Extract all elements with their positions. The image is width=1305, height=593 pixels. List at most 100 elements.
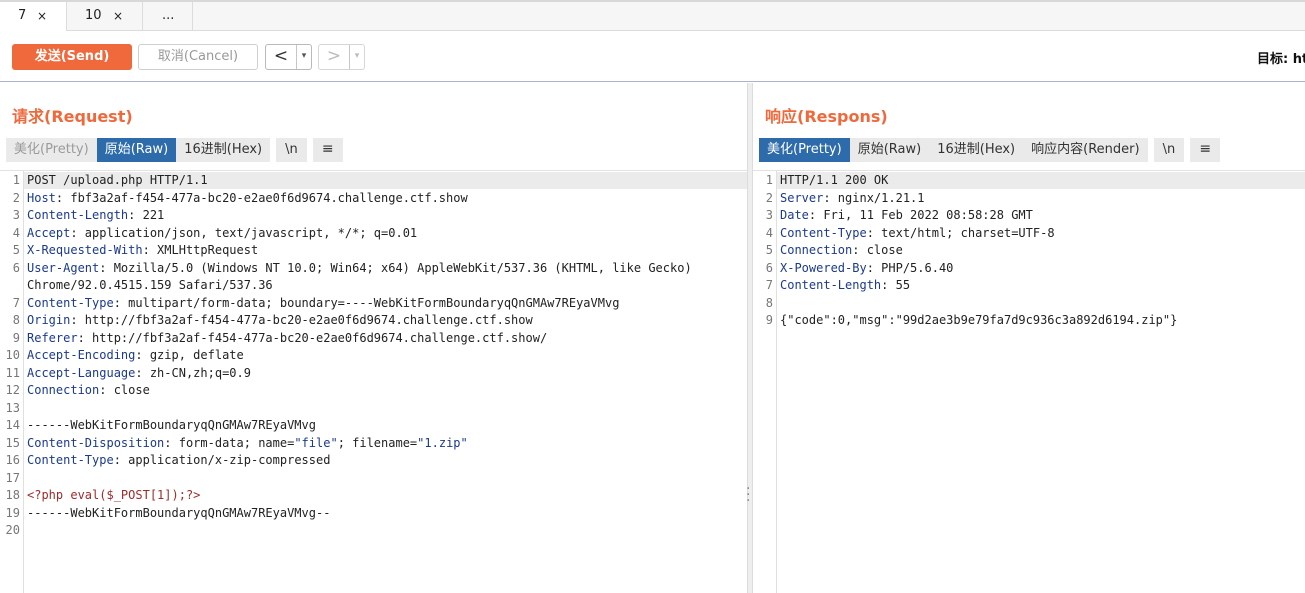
header-key: Server [780,190,824,205]
code-line: Content-Disposition: form-data; name="fi… [27,436,468,450]
tab-pretty[interactable]: 美化(Pretty) [6,138,97,162]
tab-label: 7 [18,8,27,23]
header-key: Host [27,190,56,205]
header-key: Content-Type [27,295,114,310]
line-number: 3 [765,208,773,222]
code-line: Content-Length: 55 [780,278,910,292]
header-key: Connection [27,383,100,397]
newline-toggle[interactable]: \n [276,138,307,162]
cancel-button[interactable]: 取消(Cancel) [138,44,258,70]
header-key: Date [780,208,809,222]
line-number: 12 [5,383,20,397]
header-key: Accept-Language [27,365,136,380]
tab-hex[interactable]: 16进制(Hex) [176,138,271,162]
request-view-tabs: 美化(Pretty) 原始(Raw) 16进制(Hex) \n ≡ [6,138,343,162]
line-number-gutter: 1 2 3 4 5 6 7 8 9 [753,171,777,593]
code-text: : http://fbf3a2af-f454-477a-bc20-e2ae0f6… [70,313,533,327]
chevron-down-icon[interactable]: ▾ [349,45,364,69]
tab-7[interactable]: 7 × [0,2,67,32]
response-editor[interactable]: 1 2 3 4 5 6 7 8 9 HTTP/1.1 200 OK Server: nginx/1… [753,170,1305,593]
code-line: Host: fbf3a2af-f454-477a-bc20-e2ae0f6d96… [27,191,468,205]
code-line: Connection: close [27,383,150,397]
line-number: 17 [5,470,20,485]
tab-10[interactable]: 10 × [67,2,143,31]
tab-new[interactable]: ... [143,2,193,31]
header-key: User-Agent [27,260,100,275]
code-line: HTTP/1.1 200 OK [780,173,888,187]
header-key: Content-Length [780,278,882,292]
code-line: Content-Type: multipart/form-data; bound… [27,296,619,310]
code-line: ------WebKitFormBoundaryqQnGMAw7REyaVMvg [27,418,316,432]
forward-nav-group: > ▾ [318,44,365,70]
header-key: Accept [27,225,71,240]
code-text: : application/json, text/javascript, */*… [70,225,418,240]
code-text: ------WebKitFormBoundaryqQnGMAw7REyaVMvg [27,418,316,432]
code-line: ------WebKitFormBoundaryqQnGMAw7REyaVMvg… [27,506,330,520]
line-number: 19 [5,505,20,520]
line-number: 2 [12,190,20,205]
line-number: 5 [765,243,773,257]
close-icon[interactable]: × [113,2,123,30]
tab-render[interactable]: 响应内容(Render) [1023,138,1148,162]
code-line: Origin: http://fbf3a2af-f454-477a-bc20-e… [27,313,533,327]
code-text: : multipart/form-data; boundary=----WebK… [113,295,620,310]
code-line: Accept-Language: zh-CN,zh;q=0.9 [27,366,251,380]
code-line: Accept: application/json, text/javascrip… [27,226,417,240]
code-text: : close [99,383,150,397]
toolbar: 发送(Send) 取消(Cancel) < ▾ > ▾ 目标: ht [0,31,1305,82]
line-number: 7 [12,295,20,310]
request-editor[interactable]: 1 2 3 4 5 6 7 8 9 10 11 12 13 14 15 16 17 18 19 20 POST /up… [0,170,747,593]
code-text: : 221 [128,208,165,222]
code-line: Date: Fri, 11 Feb 2022 08:58:28 GMT [780,208,1033,222]
panel-title: 请求(Request) [12,107,133,126]
line-number: 13 [5,400,20,415]
send-button[interactable]: 发送(Send) [12,44,132,70]
line-number: 10 [5,348,20,362]
code-text: : http://fbf3a2af-f454-477a-bc20-e2ae0f6… [77,330,548,345]
close-icon[interactable]: × [37,2,47,30]
response-code[interactable]: HTTP/1.1 200 OK Server: nginx/1.21.1 Date:… [777,171,1305,593]
tab-pretty[interactable]: 美化(Pretty) [759,138,850,162]
header-key: Referer [27,330,78,345]
code-text: : Mozilla/5.0 (Windows NT 10.0; Win64; x… [99,260,692,275]
response-panel: 响应(Respons) 美化(Pretty) 原始(Raw) 16进制(Hex) 响应… [753,83,1305,593]
target-label[interactable]: 目标: ht [1257,48,1305,67]
chevron-left-icon[interactable]: < [266,45,296,69]
newline-toggle[interactable]: \n [1153,138,1185,162]
tab-raw[interactable]: 原始(Raw) [96,138,177,162]
tab-label: 10 [85,8,102,23]
code-text: HTTP/1.1 200 OK [780,173,889,187]
code-text: : text/html; charset=UTF-8 [866,225,1055,240]
code-text: : nginx/1.21.1 [823,190,925,205]
chevron-right-icon[interactable]: > [319,45,349,69]
line-number: 3 [12,208,20,222]
line-number: 20 [5,523,20,537]
request-code[interactable]: POST /upload.php HTTP/1.1 Host: fbf3a2af-… [24,171,747,593]
back-nav-group: < ▾ [265,44,312,70]
line-number: 9 [12,330,20,345]
tab-hex[interactable]: 16进制(Hex) [929,138,1024,162]
request-panel: 请求(Request) 美化(Pretty) 原始(Raw) 16进制(Hex) \n… [0,83,747,593]
chevron-down-icon[interactable]: ▾ [296,45,311,69]
line-number: 1 [12,173,20,187]
code-line: X-Powered-By: PHP/5.6.40 [780,261,953,275]
code-text: ------WebKitFormBoundaryqQnGMAw7REyaVMvg… [27,505,331,520]
code-text: : zh-CN,zh;q=0.9 [135,365,251,380]
menu-icon[interactable]: ≡ [1190,138,1221,162]
code-line: {"code":0,"msg":"99d2ae3b9e79fa7d9c936c3… [780,313,1177,327]
string-literal: "file" [294,435,338,450]
menu-icon[interactable]: ≡ [312,138,343,162]
code-text: {"code":0,"msg":"99d2ae3b9e79fa7d9c936c3… [780,313,1178,327]
tab-raw[interactable]: 原始(Raw) [849,138,930,162]
line-number: 15 [5,435,20,450]
code-line: Content-Length: 221 [27,208,164,222]
header-key: Content-Type [27,453,114,467]
line-number: 8 [12,313,20,327]
panel-title: 响应(Respons) [765,107,888,126]
header-key: Content-Disposition [27,435,165,450]
code-line: POST /upload.php HTTP/1.1 [27,173,208,187]
code-text: : close [852,243,903,257]
more-options-icon[interactable]: · · · [746,482,750,508]
line-number: 5 [12,243,20,257]
code-text: ; filename= [337,435,418,450]
